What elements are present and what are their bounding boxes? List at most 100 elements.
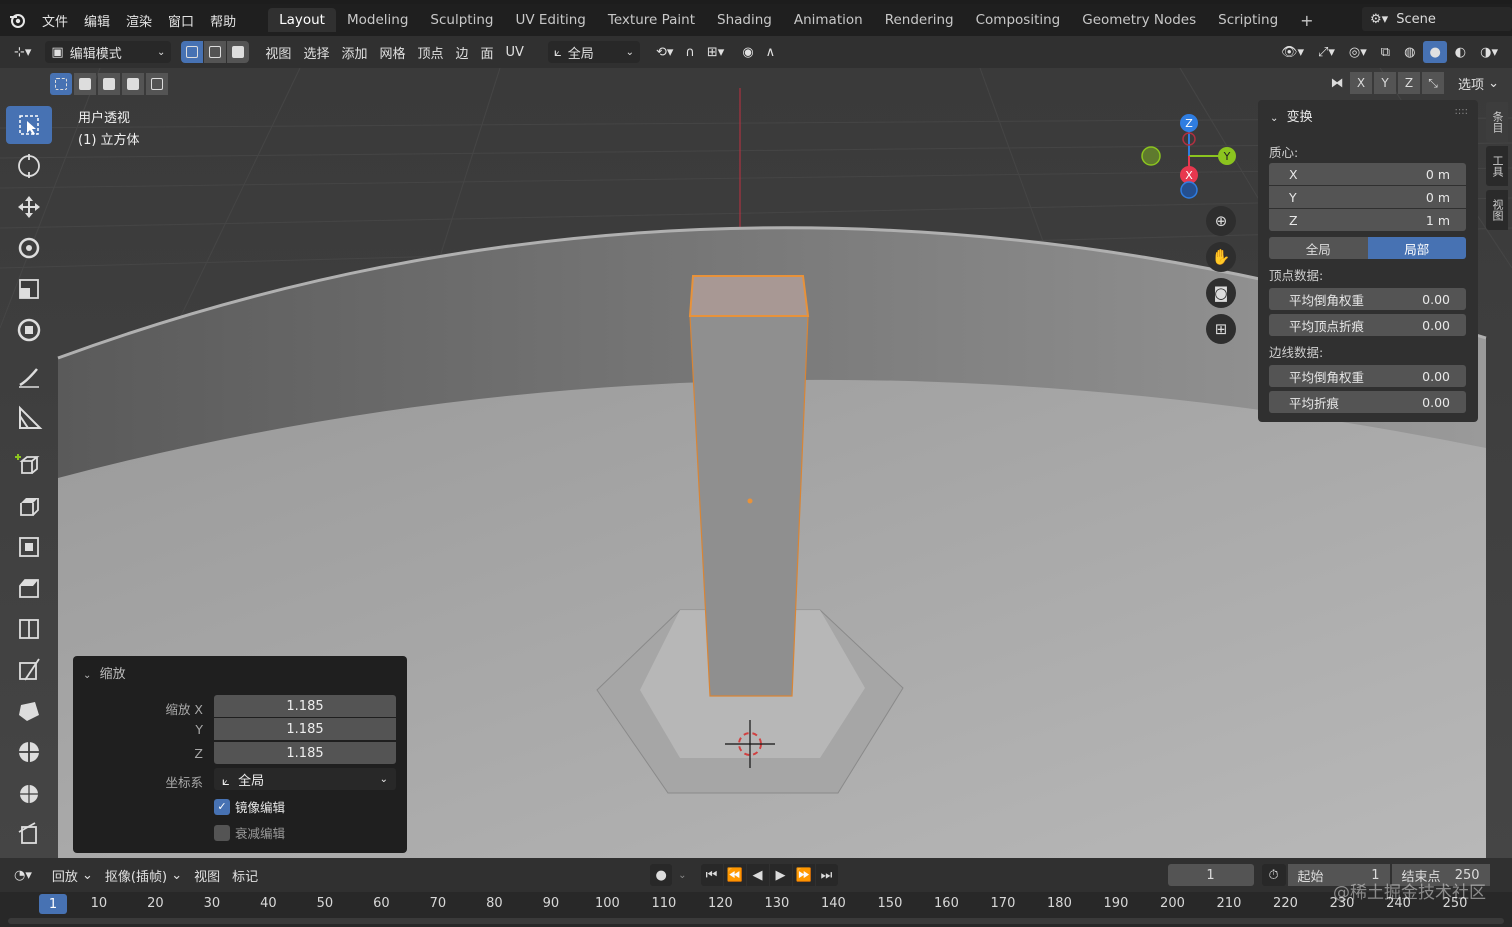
- measure-tool[interactable]: [6, 399, 52, 437]
- jump-keyframe-back-icon[interactable]: ⏪: [723, 864, 746, 886]
- tab-view[interactable]: 视图: [1486, 190, 1508, 230]
- tab-sculpting[interactable]: Sculpting: [419, 8, 504, 32]
- axis-z-toggle[interactable]: Z: [1398, 72, 1420, 94]
- menu-uv[interactable]: UV: [500, 41, 530, 63]
- orientation-select[interactable]: ⟀ 全局 ⌄: [214, 768, 396, 790]
- bevel-tool[interactable]: [6, 569, 52, 607]
- options-dropdown[interactable]: 选项 ⌄: [1452, 72, 1505, 94]
- edge-crease-field[interactable]: 平均折痕 0.00: [1269, 391, 1466, 413]
- add-workspace-icon[interactable]: +: [1289, 7, 1324, 34]
- tab-tool[interactable]: 工具: [1486, 146, 1508, 186]
- move-tool[interactable]: [6, 188, 52, 226]
- solid-shading-icon[interactable]: ●: [1423, 41, 1447, 63]
- scale-z-field[interactable]: 1.185: [214, 742, 396, 764]
- timeline-scrollbar[interactable]: [8, 918, 1504, 924]
- menu-edit[interactable]: 编辑: [76, 11, 118, 30]
- timeline-editor-icon[interactable]: ◔▾: [8, 864, 38, 886]
- pivot-point-icon[interactable]: ⟲▾: [650, 41, 679, 63]
- scale-tool[interactable]: [6, 270, 52, 308]
- spin-tool[interactable]: [6, 733, 52, 771]
- snap-icon[interactable]: ∩: [679, 41, 701, 63]
- menu-window[interactable]: 窗口: [160, 11, 202, 30]
- current-frame-field[interactable]: 1: [1167, 864, 1254, 886]
- edge-select-button[interactable]: [204, 41, 227, 63]
- menu-vertex[interactable]: 顶点: [411, 41, 449, 63]
- add-cube-tool[interactable]: [6, 446, 52, 484]
- select-box-tool[interactable]: [6, 106, 52, 144]
- preview-range-icon[interactable]: ⏱: [1261, 864, 1286, 886]
- tab-compositing[interactable]: Compositing: [965, 8, 1072, 32]
- pan-hand-icon[interactable]: ✋: [1206, 242, 1236, 272]
- rotate-tool[interactable]: [6, 229, 52, 267]
- zoom-icon[interactable]: ⊕: [1206, 206, 1236, 236]
- playback-menu[interactable]: 回放 ⌄: [46, 864, 99, 886]
- menu-select[interactable]: 选择: [297, 41, 335, 63]
- axis-x-toggle[interactable]: X: [1350, 72, 1372, 94]
- annotate-tool[interactable]: [6, 358, 52, 396]
- vertex-select-button[interactable]: [181, 41, 204, 63]
- axis-y-toggle[interactable]: Y: [1374, 72, 1396, 94]
- falloff-icon[interactable]: ∧: [760, 41, 782, 63]
- transform-panel-header[interactable]: ⌄ 变换: [1270, 106, 1313, 125]
- menu-file[interactable]: 文件: [34, 11, 76, 30]
- mode-dropdown[interactable]: ▣ 编辑模式 ⌄: [45, 41, 172, 63]
- tab-modeling[interactable]: Modeling: [336, 8, 419, 32]
- playhead[interactable]: 1: [39, 894, 67, 914]
- auto-merge-icon[interactable]: ⤡: [1422, 72, 1444, 94]
- select-intersect-button[interactable]: [146, 73, 168, 95]
- scale-y-field[interactable]: 1.185: [214, 718, 396, 740]
- tab-texture-paint[interactable]: Texture Paint: [597, 8, 706, 32]
- select-new-button[interactable]: [50, 73, 72, 95]
- cursor-tool[interactable]: [6, 147, 52, 185]
- median-y-field[interactable]: Y 0 m: [1269, 186, 1466, 208]
- xray-toggle-icon[interactable]: ⧉: [1375, 41, 1396, 63]
- scene-selector[interactable]: ⚙▾ Scene: [1362, 7, 1512, 31]
- jump-keyframe-forward-icon[interactable]: ⏩: [792, 864, 815, 886]
- extrude-tool[interactable]: [6, 487, 52, 525]
- mirror-edit-checkbox[interactable]: ✓ 镜像编辑: [214, 797, 285, 816]
- menu-help[interactable]: 帮助: [202, 11, 244, 30]
- select-invert-button[interactable]: [122, 73, 144, 95]
- face-select-button[interactable]: [227, 41, 250, 63]
- perspective-toggle-icon[interactable]: ⊞: [1206, 314, 1236, 344]
- vertex-crease-field[interactable]: 平均顶点折痕 0.00: [1269, 314, 1466, 336]
- material-shading-icon[interactable]: ◐: [1449, 41, 1472, 63]
- wireframe-shading-icon[interactable]: ◍: [1398, 41, 1421, 63]
- tab-geometry-nodes[interactable]: Geometry Nodes: [1071, 8, 1207, 32]
- smooth-tool[interactable]: [6, 774, 52, 812]
- poly-build-tool[interactable]: [6, 692, 52, 730]
- timeline-ruler[interactable]: 10 20 30 40 50 60 70 80 90 100 110 120 130 140 150 160 1…: [0, 883, 1512, 927]
- tab-item[interactable]: 条目: [1486, 102, 1508, 142]
- tab-rendering[interactable]: Rendering: [874, 8, 965, 32]
- select-extend-button[interactable]: [74, 73, 96, 95]
- falloff-edit-checkbox[interactable]: 衰减编辑: [214, 823, 285, 842]
- local-button[interactable]: 局部: [1367, 237, 1466, 259]
- jump-end-icon[interactable]: ⏭: [815, 864, 838, 886]
- tab-uv-editing[interactable]: UV Editing: [504, 8, 596, 32]
- jump-start-icon[interactable]: ⏮: [700, 864, 723, 886]
- orientation-dropdown[interactable]: ⟀ 全局 ⌄: [547, 41, 640, 63]
- tab-scripting[interactable]: Scripting: [1207, 8, 1289, 32]
- loop-cut-tool[interactable]: [6, 610, 52, 648]
- drag-handle-icon[interactable]: ::::: [1455, 106, 1468, 117]
- gizmo-toggle-icon[interactable]: ⤢▾: [1312, 41, 1341, 63]
- vertex-bevel-weight-field[interactable]: 平均倒角权重 0.00: [1269, 288, 1466, 310]
- proportional-edit-icon[interactable]: ◉: [736, 41, 759, 63]
- median-z-field[interactable]: Z 1 m: [1269, 209, 1466, 231]
- timeline-view-menu[interactable]: 视图: [188, 864, 226, 886]
- tab-layout[interactable]: Layout: [268, 8, 336, 32]
- edge-slide-tool[interactable]: [6, 815, 52, 853]
- menu-add[interactable]: 添加: [335, 41, 373, 63]
- chevron-down-icon[interactable]: ⌄: [678, 870, 686, 881]
- scale-x-field[interactable]: 1.185: [214, 695, 396, 717]
- menu-edge[interactable]: 边: [450, 41, 475, 63]
- blender-logo-icon[interactable]: [0, 11, 34, 29]
- marker-menu[interactable]: 标记: [226, 864, 264, 886]
- keying-menu[interactable]: 抠像(插帧) ⌄: [99, 864, 188, 886]
- tab-animation[interactable]: Animation: [783, 8, 874, 32]
- overlay-toggle-icon[interactable]: ◎▾: [1343, 41, 1373, 63]
- menu-render[interactable]: 渲染: [118, 11, 160, 30]
- knife-tool[interactable]: [6, 651, 52, 689]
- transform-tool[interactable]: [6, 311, 52, 349]
- play-reverse-icon[interactable]: ◀: [746, 864, 769, 886]
